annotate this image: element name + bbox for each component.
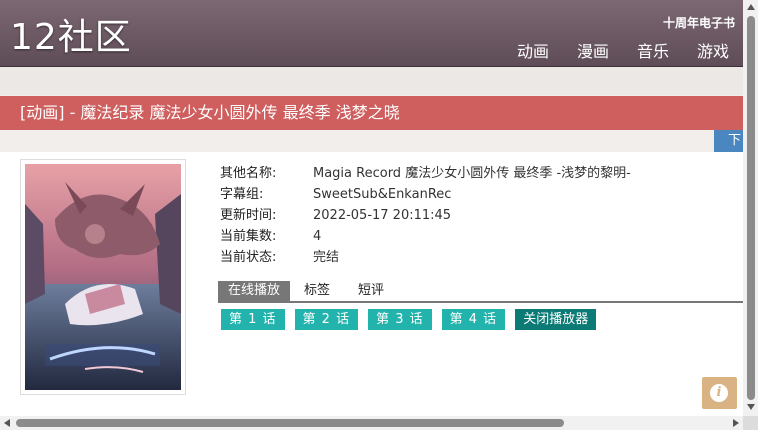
detail-label: 当前集数: (220, 229, 277, 244)
vertical-scrollbar[interactable] (743, 0, 758, 416)
scroll-left-icon[interactable] (4, 419, 10, 427)
detail-value: SweetSub&EnkanRec (313, 187, 452, 202)
episode-2-button[interactable]: 第 2 话 (294, 309, 359, 330)
episode-1-button[interactable]: 第 1 话 (221, 309, 285, 330)
anniversary-ebook-link[interactable]: 十周年电子书 (663, 14, 735, 31)
detail-label: 更新时间: (220, 208, 277, 223)
episode-list: 第 1 话 第 2 话 第 3 话 第 4 话 关闭播放器 (221, 309, 597, 330)
scrollbar-corner (743, 416, 758, 430)
episode-4-button[interactable]: 第 4 话 (441, 309, 506, 330)
nav-music[interactable]: 音乐 (637, 38, 669, 62)
detail-row-subgroup: 字幕组: SweetSub&EnkanRec (220, 184, 631, 205)
detail-label: 当前状态: (220, 250, 277, 265)
tab-reviews[interactable]: 短评 (344, 281, 398, 301)
detail-label: 其他名称: (220, 166, 277, 181)
tab-online-play[interactable]: 在线播放 (218, 281, 291, 301)
download-tab[interactable]: 下 (714, 130, 743, 152)
page-title: [动画] - 魔法纪录 魔法少女小圆外传 最终季 浅梦之晓 (0, 96, 743, 130)
detail-row-updated: 更新时间: 2022-05-17 20:11:45 (220, 205, 631, 226)
nav-anime[interactable]: 动画 (517, 38, 549, 62)
scroll-down-icon[interactable] (747, 404, 755, 410)
vertical-scroll-thumb[interactable] (747, 16, 755, 400)
site-logo[interactable]: 12社区 (10, 14, 132, 62)
scroll-right-icon[interactable] (733, 419, 739, 427)
scroll-up-icon[interactable] (747, 4, 755, 10)
detail-value: 完结 (313, 250, 340, 265)
main-nav: 动画 漫画 音乐 游戏 (517, 38, 729, 62)
detail-value: Magia Record 魔法少女小圆外传 最终季 -浅梦的黎明- (313, 166, 631, 181)
detail-tabs: 在线播放 标签 短评 (218, 281, 743, 303)
detail-label: 字幕组: (220, 187, 264, 202)
nav-games[interactable]: 游戏 (697, 38, 729, 62)
detail-row-other-names: 其他名称: Magia Record 魔法少女小圆外传 最终季 -浅梦的黎明- (220, 163, 631, 184)
breadcrumb-strip (0, 67, 743, 95)
site-header: 12社区 十周年电子书 动画 漫画 音乐 游戏 (0, 0, 743, 67)
nav-manga[interactable]: 漫画 (577, 38, 609, 62)
horizontal-scrollbar[interactable] (0, 416, 743, 430)
detail-row-episodes: 当前集数: 4 (220, 226, 631, 247)
poster-image (20, 159, 186, 395)
anime-details: 其他名称: Magia Record 魔法少女小圆外传 最终季 -浅梦的黎明- … (220, 163, 631, 268)
tab-tags[interactable]: 标签 (290, 281, 344, 301)
detail-row-status: 当前状态: 完结 (220, 247, 631, 268)
episode-3-button[interactable]: 第 3 话 (368, 309, 432, 330)
horizontal-scroll-thumb[interactable] (16, 419, 564, 427)
poster-artwork (25, 164, 181, 390)
info-button[interactable]: i (702, 377, 737, 409)
close-player-button[interactable]: 关闭播放器 (515, 309, 597, 330)
detail-value: 4 (313, 229, 322, 244)
info-icon: i (710, 384, 728, 402)
detail-value: 2022-05-17 20:11:45 (313, 208, 452, 223)
